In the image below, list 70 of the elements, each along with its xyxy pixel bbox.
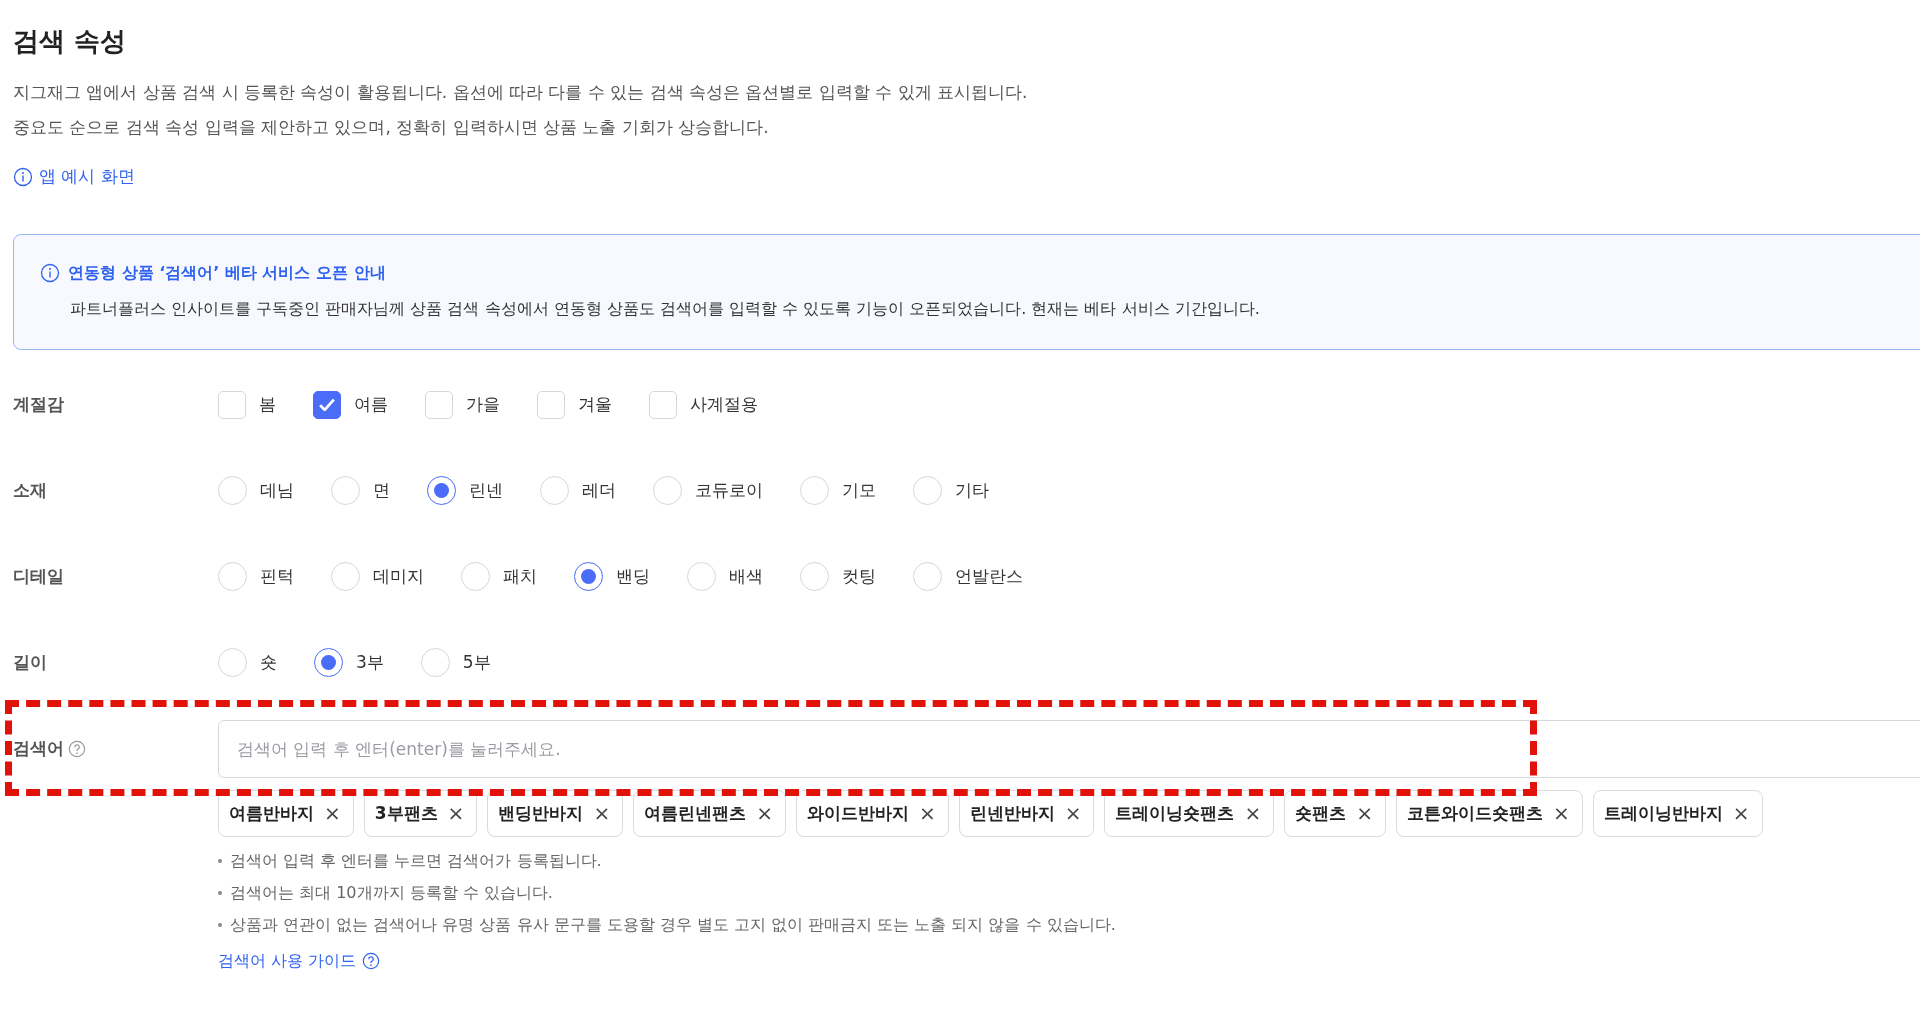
option-label: 면 xyxy=(373,479,390,503)
option-label: 봄 xyxy=(259,393,276,417)
option-label: 밴딩 xyxy=(616,565,650,589)
description-text: 중요도 순으로 검색 속성 입력을 제안하고 있으며, 정확히 입력하시면 상품 노출 기회가 상승합니다. xyxy=(13,116,770,140)
tag-label: 숏팬츠 xyxy=(1295,801,1347,825)
remove-button[interactable]: × xyxy=(918,803,936,824)
option-label: 숏 xyxy=(260,651,277,675)
tag-label: 여름반바지 xyxy=(229,801,314,825)
attribute-label: 소재 xyxy=(13,479,48,503)
note-text: 검색어는 최대 10개까지 등록할 수 있습니다. xyxy=(230,881,553,904)
tag-label: 트레이닝반바지 xyxy=(1603,801,1723,825)
attribute-label: 계절감 xyxy=(13,393,65,417)
remove-button[interactable]: × xyxy=(1552,803,1570,824)
tag-label: 트레이닝숏팬츠 xyxy=(1115,801,1235,825)
option-label: 린넨 xyxy=(469,479,503,503)
tag-label: 밴딩반바지 xyxy=(498,801,584,825)
note-text: 상품과 연관이 없는 검색어나 유명 상품 유사 문구를 도용할 경우 별도 고지 없이 판매금지 또는 노출 되지 않을 수 있습니다. xyxy=(230,913,1116,936)
tag-label: 3부팬츠 xyxy=(374,801,438,825)
option-label: 기타 xyxy=(955,479,989,503)
remove-button[interactable]: × xyxy=(1356,803,1373,824)
option-label: 겨울 xyxy=(578,393,612,417)
option-label: 컷팅 xyxy=(842,565,876,589)
bullet-dot xyxy=(218,890,222,895)
section-title: 검색 속성 xyxy=(13,26,128,58)
tag-label: 코튼와이드숏팬츠 xyxy=(1406,801,1543,825)
remove-button[interactable]: × xyxy=(593,803,611,824)
option-label: 5부 xyxy=(462,651,491,675)
option-label: 사계절용 xyxy=(690,393,758,417)
guide-link[interactable]: 검색어 사용 가이드 xyxy=(218,948,381,973)
remove-button[interactable]: × xyxy=(1244,803,1262,824)
remove-button[interactable]: × xyxy=(1064,803,1082,824)
notice-text: 파트너플러스 인사이트를 구독중인 판매자님께 상품 검색 속성에서 연동형 상품도 검색어를 입력할 수 있도록 기능이 오픈되었습니다. 현재는 베타 서비스 기간입니다. xyxy=(70,297,1261,320)
bullet-dot xyxy=(218,858,222,863)
example-link[interactable]: 앱 예시 화면 xyxy=(13,164,135,190)
remove-button[interactable]: × xyxy=(447,803,465,824)
info-icon xyxy=(40,262,60,283)
option-label: 여름 xyxy=(354,393,388,417)
bullet-dot xyxy=(218,922,222,927)
option-label: 언발란스 xyxy=(955,565,1023,589)
option-label: 레더 xyxy=(582,479,616,503)
keyword-input[interactable]: 검색어 입력 후 엔터(enter)를 눌러주세요. xyxy=(218,719,1920,778)
checkmark-icon xyxy=(319,398,335,411)
radio-button[interactable] xyxy=(314,648,343,678)
checkbox[interactable] xyxy=(313,390,341,419)
note-text: 검색어 입력 후 엔터를 누르면 검색어가 등록됩니다. xyxy=(230,849,602,872)
remove-button[interactable]: × xyxy=(756,803,773,824)
radio-button[interactable] xyxy=(427,476,456,506)
info-icon xyxy=(13,166,33,187)
option-label: 3부 xyxy=(356,651,384,675)
radio-button[interactable] xyxy=(574,562,603,592)
help-icon xyxy=(68,739,86,758)
option-label: 가을 xyxy=(466,393,500,417)
description-text: 지그재그 앱에서 상품 검색 시 등록한 속성이 활용됩니다. 옵션에 따라 다를 수 있는 검색 속성은 옵션별로 입력할 수 있게 표시됩니다. xyxy=(13,81,1029,105)
option-label: 데님 xyxy=(260,479,294,503)
option-label: 배색 xyxy=(729,565,763,589)
option-label: 코듀로이 xyxy=(695,479,763,503)
attribute-label: 디테일 xyxy=(13,565,65,589)
tag-label: 린넨반바지 xyxy=(969,801,1055,825)
tag-label: 여름린넨팬츠 xyxy=(644,801,747,825)
field-label: 검색어 xyxy=(13,737,64,761)
remove-button[interactable]: × xyxy=(324,803,341,824)
option-label: 기모 xyxy=(842,479,876,503)
attribute-label: 길이 xyxy=(13,651,48,675)
option-label: 데미지 xyxy=(373,565,424,589)
notice-title: 연동형 상품 ‘검색어’ 베타 서비스 오픈 안내 xyxy=(68,261,386,284)
remove-button[interactable]: × xyxy=(1732,803,1750,824)
tag-label: 와이드반바지 xyxy=(806,801,909,825)
option-label: 핀턱 xyxy=(260,565,294,589)
help-icon xyxy=(362,951,381,970)
option-label: 패치 xyxy=(503,565,537,589)
